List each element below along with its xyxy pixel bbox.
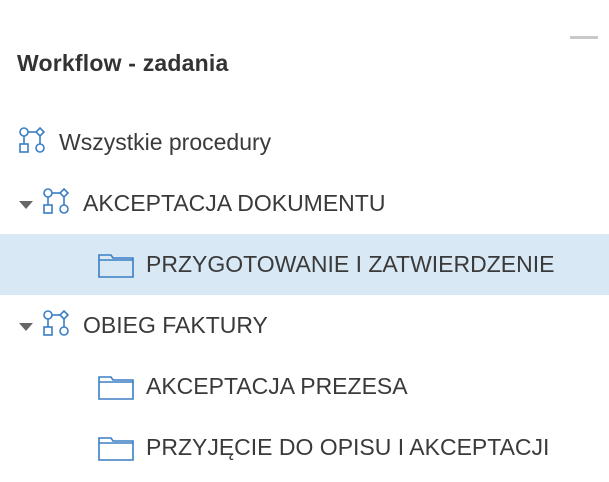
tree-item-label: PRZYJĘCIE DO OPISU I AKCEPTACJI xyxy=(146,434,550,460)
tree-group-label: OBIEG FAKTURY xyxy=(83,312,268,338)
tree-item-przyjecie-do-opisu[interactable]: PRZYJĘCIE DO OPISU I AKCEPTACJI xyxy=(0,417,609,478)
tree-item-label: PRZYGOTOWANIE I ZATWIERDZENIE xyxy=(146,251,555,277)
folder-icon xyxy=(98,252,134,278)
tree-item-all-procedures[interactable]: Wszystkie procedury xyxy=(0,112,609,173)
tree-group-akceptacja-dokumentu[interactable]: AKCEPTACJA DOKUMENTU xyxy=(0,173,609,234)
workflow-icon xyxy=(41,309,71,343)
folder-icon xyxy=(98,374,134,400)
workflow-icon xyxy=(17,126,47,160)
tree-item-label: Wszystkie procedury xyxy=(59,129,272,155)
tree-group-obieg-faktury[interactable]: OBIEG FAKTURY xyxy=(0,295,609,356)
minimize-icon[interactable] xyxy=(570,36,598,39)
tree-group-label: AKCEPTACJA DOKUMENTU xyxy=(83,190,386,216)
panel-title: Workflow - zadania xyxy=(17,50,229,76)
tree-item-przygotowanie-i-zatwierdzenie[interactable]: PRZYGOTOWANIE I ZATWIERDZENIE xyxy=(0,234,609,295)
tree-item-akceptacja-prezesa[interactable]: AKCEPTACJA PREZESA xyxy=(0,356,609,417)
caret-down-icon[interactable] xyxy=(19,200,33,209)
folder-icon xyxy=(98,435,134,461)
workflow-icon xyxy=(41,187,71,221)
tree-item-label: AKCEPTACJA PREZESA xyxy=(146,373,408,399)
workflow-tree: Wszystkie procedury AKCEPTACJA DOKUMENTU… xyxy=(0,112,609,478)
workflow-tasks-panel: Workflow - zadania Wszystkie procedury A… xyxy=(0,0,609,482)
caret-down-icon[interactable] xyxy=(19,322,33,331)
